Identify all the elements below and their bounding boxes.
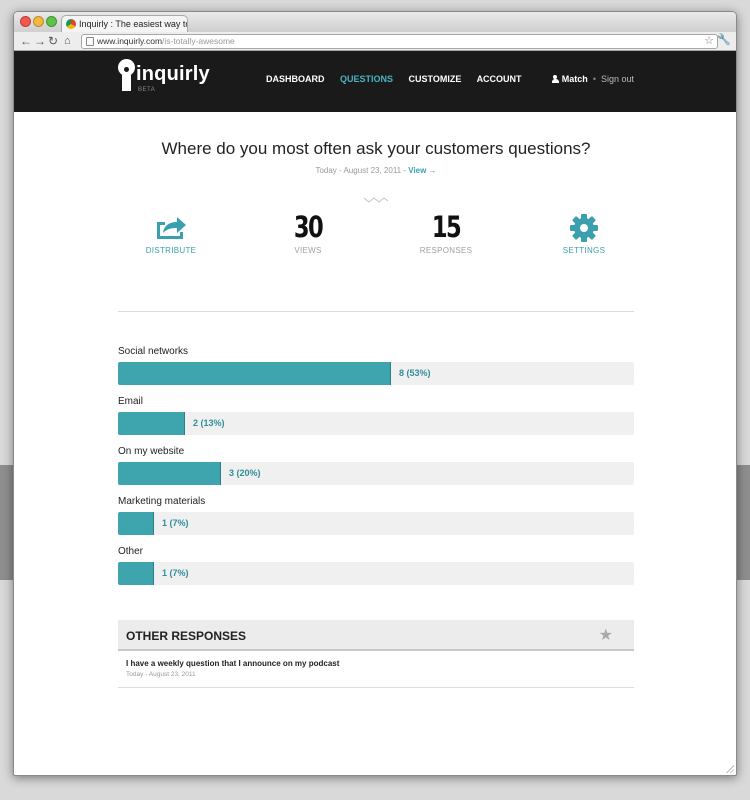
address-bar[interactable]: www.inquirly.com/is-totally-awesome ☆ xyxy=(81,34,718,49)
responses-stat: 15 RESPONSES xyxy=(386,210,506,256)
settings-button[interactable]: SETTINGS xyxy=(524,213,644,255)
result-row: On my website 3 (20%) xyxy=(118,446,634,496)
views-stat: 30 VIEWS xyxy=(248,210,368,256)
result-label: On my website xyxy=(118,446,185,457)
tab-title: Inquirly : The easiest way to xyxy=(79,19,188,29)
response-text: I have a weekly question that I announce… xyxy=(126,659,340,668)
browser-toolbar: ← → ↻ ⌂ www.inquirly.com/is-totally-awes… xyxy=(14,32,736,51)
bookmark-star-icon[interactable]: ☆ xyxy=(704,34,714,47)
url-host: www.inquirly.com xyxy=(97,36,163,46)
result-row: Email 2 (13%) xyxy=(118,396,634,446)
result-label: Other xyxy=(118,546,144,557)
home-icon[interactable]: ⌂ xyxy=(64,34,71,48)
star-icon[interactable]: ★ xyxy=(599,625,613,645)
resize-grip-icon[interactable] xyxy=(726,765,734,773)
user-name-link[interactable]: Match xyxy=(562,74,588,84)
other-responses-panel: OTHER RESPONSES ★ I have a weekly questi… xyxy=(118,620,634,688)
user-nav: Match • Sign out xyxy=(551,74,634,84)
result-bar-fill xyxy=(118,362,391,385)
distribute-label: DISTRIBUTE xyxy=(145,246,197,255)
logo-text: inquirly xyxy=(136,63,210,85)
url-path: /is-totally-awesome xyxy=(162,36,235,46)
result-label: Email xyxy=(118,396,144,407)
title-bar: Inquirly : The easiest way to xyxy=(14,12,736,32)
maximize-window-button[interactable] xyxy=(46,16,57,27)
result-bar-fill xyxy=(118,512,154,535)
nav-questions[interactable]: QUESTIONS xyxy=(340,74,393,84)
chrome-favicon-icon xyxy=(66,19,76,29)
nav-dashboard[interactable]: DASHBOARD xyxy=(266,74,325,84)
section-divider xyxy=(118,311,634,312)
result-label: Marketing materials xyxy=(118,496,206,507)
result-bar-fill xyxy=(118,462,221,485)
result-row: Social networks 8 (53%) xyxy=(118,346,634,396)
back-arrow-icon[interactable]: ← xyxy=(20,34,32,48)
view-link[interactable]: View → xyxy=(408,166,436,175)
settings-label: SETTINGS xyxy=(562,246,606,255)
separator-dot: • xyxy=(592,74,596,84)
other-responses-header: OTHER RESPONSES ★ xyxy=(118,620,634,651)
forward-arrow-icon[interactable]: → xyxy=(34,34,46,48)
distribute-button[interactable]: DISTRIBUTE xyxy=(111,213,231,255)
responses-count: 15 xyxy=(431,210,462,244)
browser-window: Inquirly : The easiest way to ← → ↻ ⌂ ww… xyxy=(13,11,737,776)
main-nav: DASHBOARD QUESTIONS CUSTOMIZE ACCOUNT xyxy=(266,74,535,84)
close-window-button[interactable] xyxy=(20,16,31,27)
site-header: inquirly BETA DASHBOARD QUESTIONS CUSTOM… xyxy=(14,51,736,112)
views-count: 30 xyxy=(293,210,324,244)
result-bar-track: 2 (13%) xyxy=(118,412,634,435)
question-meta: Today - August 23, 2011 - View → xyxy=(14,166,736,175)
result-count: 8 (53%) xyxy=(399,368,431,378)
other-responses-title: OTHER RESPONSES xyxy=(126,629,247,643)
zigzag-divider-icon xyxy=(14,191,736,203)
result-count: 3 (20%) xyxy=(229,468,261,478)
response-date: Today - August 23, 2011 xyxy=(126,671,196,678)
question-stats: DISTRIBUTE 30 VIEWS 15 RESPONSES SETTING… xyxy=(14,210,736,283)
main-content: Where do you most often ask your custome… xyxy=(14,113,736,283)
inquirly-logo[interactable]: inquirly BETA xyxy=(118,59,218,99)
sign-out-link[interactable]: Sign out xyxy=(601,74,634,84)
page-icon xyxy=(86,37,94,46)
wrench-icon[interactable]: 🔧 xyxy=(717,33,731,46)
result-bar-track: 8 (53%) xyxy=(118,362,634,385)
logo-mark-icon xyxy=(118,59,135,93)
views-label: VIEWS xyxy=(294,246,322,255)
question-title: Where do you most often ask your custome… xyxy=(161,139,591,158)
result-count: 1 (7%) xyxy=(162,518,189,528)
gear-icon xyxy=(524,213,644,243)
results-list: Social networks 8 (53%) Email 2 (13%) On… xyxy=(118,346,634,596)
result-bar-track: 1 (7%) xyxy=(118,562,634,585)
result-bar-fill xyxy=(118,562,154,585)
responses-label: RESPONSES xyxy=(419,246,473,255)
result-row: Marketing materials 1 (7%) xyxy=(118,496,634,546)
user-icon xyxy=(551,75,559,83)
result-bar-fill xyxy=(118,412,185,435)
result-row: Other 1 (7%) xyxy=(118,546,634,596)
response-item: I have a weekly question that I announce… xyxy=(118,651,634,688)
reload-icon[interactable]: ↻ xyxy=(48,34,58,48)
result-count: 2 (13%) xyxy=(193,418,225,428)
minimize-window-button[interactable] xyxy=(33,16,44,27)
share-icon xyxy=(111,213,231,243)
result-bar-track: 1 (7%) xyxy=(118,512,634,535)
nav-customize[interactable]: CUSTOMIZE xyxy=(409,74,462,84)
result-count: 1 (7%) xyxy=(162,568,189,578)
result-bar-track: 3 (20%) xyxy=(118,462,634,485)
result-label: Social networks xyxy=(118,346,189,357)
browser-tab[interactable]: Inquirly : The easiest way to xyxy=(61,15,188,32)
question-date: Today - August 23, 2011 - xyxy=(315,166,407,175)
logo-beta: BETA xyxy=(138,87,156,93)
nav-account[interactable]: ACCOUNT xyxy=(477,74,522,84)
